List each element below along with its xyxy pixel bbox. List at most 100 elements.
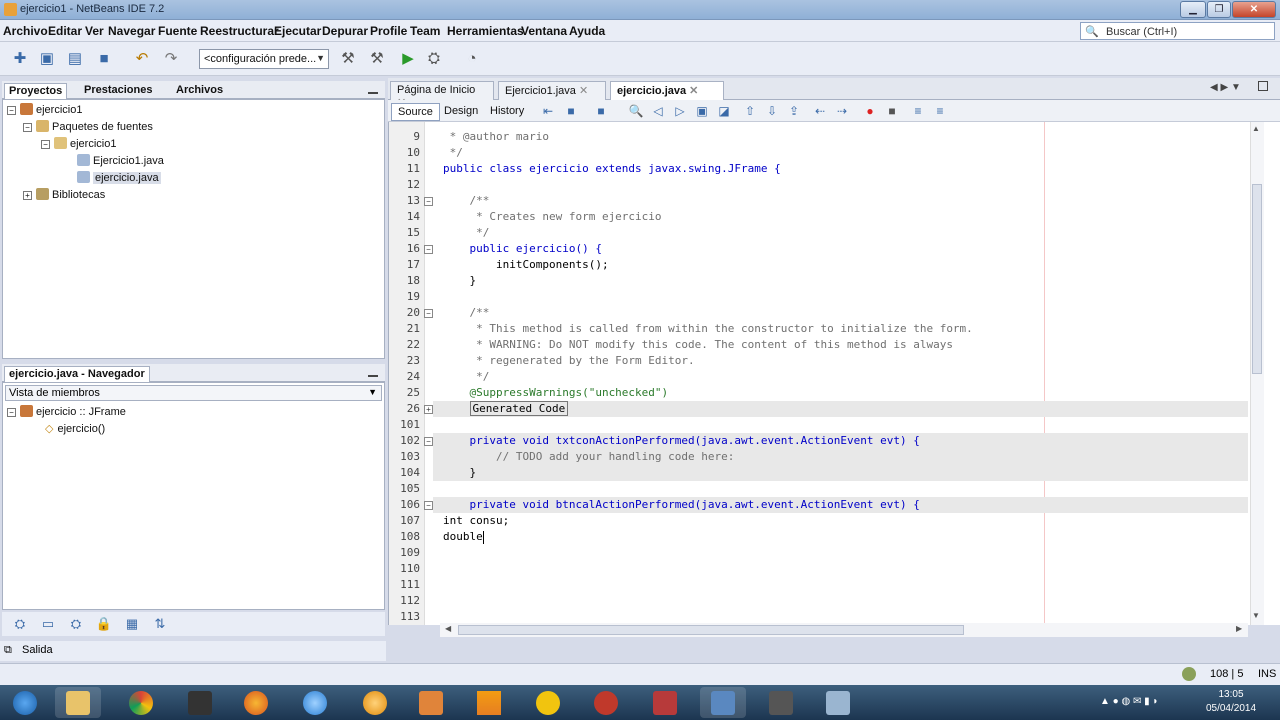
configuration-select[interactable]: <configuración prede... ▼: [199, 49, 329, 69]
code-line[interactable]: */: [443, 226, 489, 239]
minimize-panel-icon[interactable]: [368, 84, 378, 94]
find-next-icon[interactable]: ▷: [672, 103, 688, 119]
fold-toggle[interactable]: −: [424, 245, 433, 254]
explorer-icon[interactable]: [55, 687, 101, 718]
redo-icon[interactable]: ↷: [161, 49, 181, 69]
chrome-icon[interactable]: [118, 687, 164, 718]
netbeans-task-icon[interactable]: [700, 687, 746, 718]
fold-toggle[interactable]: +: [424, 405, 433, 414]
menu-ejecutar[interactable]: Ejecutar: [274, 24, 321, 38]
scroll-thumb[interactable]: [1252, 184, 1262, 374]
umplayer-icon[interactable]: [177, 687, 223, 718]
next-bookmark-icon[interactable]: ⇩: [764, 103, 780, 119]
previous-bookmark-icon[interactable]: ⇧: [742, 103, 758, 119]
code-line[interactable]: // TODO add your handling code here:: [443, 450, 734, 463]
code-line[interactable]: * This method is called from within the …: [443, 322, 973, 335]
app-camera-icon[interactable]: [758, 687, 804, 718]
player-icon[interactable]: [408, 687, 454, 718]
code-line[interactable]: /**: [443, 306, 489, 319]
output-tab[interactable]: ⧉ Salida: [0, 641, 386, 661]
scroll-thumb[interactable]: [458, 625, 964, 635]
stop-macro-icon[interactable]: ■: [884, 103, 900, 119]
code-line[interactable]: Generated Code: [443, 401, 569, 416]
open-project-icon[interactable]: ▤: [65, 49, 85, 69]
code-line[interactable]: int consu;: [443, 514, 509, 527]
menu-editar[interactable]: Editar: [48, 24, 82, 38]
debug-icon[interactable]: ⛭: [424, 49, 444, 69]
tab-history[interactable]: History: [484, 103, 530, 119]
fold-toggle[interactable]: −: [424, 501, 433, 510]
code-line[interactable]: /**: [443, 194, 489, 207]
tab-navigator[interactable]: ejercicio.java - Navegador: [4, 366, 150, 382]
app-red-icon[interactable]: [583, 687, 629, 718]
code-line[interactable]: */: [443, 146, 463, 159]
menu-fuente[interactable]: Fuente: [158, 24, 197, 38]
shift-right-icon[interactable]: ⇢: [834, 103, 850, 119]
shift-left-icon[interactable]: ⇠: [812, 103, 828, 119]
run-icon[interactable]: ▶: [398, 49, 418, 69]
tree-item-source-packages[interactable]: − Paquetes de fuentes: [23, 120, 153, 133]
toggle-rect-select-icon[interactable]: ◪: [716, 103, 732, 119]
scroll-tabs-icon[interactable]: ◀ ▶ ▼: [1210, 82, 1241, 93]
start-macro-icon[interactable]: ●: [862, 103, 878, 119]
sort-az-icon[interactable]: ⇅: [150, 614, 170, 634]
tab-ejercicio1-java[interactable]: Ejercicio1.java ✕: [498, 81, 606, 100]
menu-depurar[interactable]: Depurar: [322, 24, 368, 38]
clean-build-icon[interactable]: ⚒: [367, 49, 387, 69]
nav-item-constructor[interactable]: ◇ ejercicio(): [45, 422, 105, 435]
search-box[interactable]: 🔍 Buscar (Ctrl+I): [1080, 22, 1275, 40]
menu-ventana[interactable]: Ventana: [521, 24, 567, 38]
code-line[interactable]: initComponents();: [443, 258, 609, 271]
filter-static-icon[interactable]: ▭: [38, 614, 58, 634]
tree-item-ejercicio-java[interactable]: ejercicio.java: [77, 171, 161, 184]
code-line[interactable]: private void btncalActionPerformed(java.…: [443, 498, 919, 511]
filter-fields-icon[interactable]: ⛭: [10, 614, 30, 634]
maximize-button[interactable]: ❐: [1207, 1, 1231, 18]
tab-ejercicio-java[interactable]: ejercicio.java ✕: [610, 81, 724, 101]
code-line[interactable]: * WARNING: Do NOT modify this code. The …: [443, 338, 953, 351]
firefox-icon[interactable]: [233, 687, 279, 718]
profile-icon[interactable]: ◔: [462, 49, 482, 69]
scroll-left-icon[interactable]: ◀: [445, 624, 451, 633]
start-button[interactable]: [2, 687, 48, 718]
fold-toggle[interactable]: −: [424, 197, 433, 206]
tree-item-project[interactable]: − ejercicio1: [7, 103, 82, 116]
tab-source[interactable]: Source: [391, 103, 440, 121]
code-line[interactable]: }: [443, 466, 476, 479]
tray-icons[interactable]: ▲ ● ◍ ✉ ▮ ◗: [1100, 696, 1158, 707]
code-line[interactable]: * Creates new form ejercicio: [443, 210, 661, 223]
code-line[interactable]: * regenerated by the Form Editor.: [443, 354, 695, 367]
menu-reestructurar[interactable]: Reestructurar: [200, 24, 279, 38]
code-line[interactable]: double: [443, 530, 483, 543]
menu-archivo[interactable]: Archivo: [3, 24, 48, 38]
build-icon[interactable]: ⚒: [338, 49, 358, 69]
menu-navegar[interactable]: Navegar: [108, 24, 155, 38]
tab-proyectos[interactable]: Proyectos: [4, 83, 68, 99]
minimize-button[interactable]: ▁: [1180, 1, 1206, 18]
close-button[interactable]: ✕: [1232, 1, 1276, 18]
fold-toggle[interactable]: −: [424, 437, 433, 446]
code-line[interactable]: */: [443, 370, 489, 383]
code-line[interactable]: }: [443, 274, 476, 287]
tab-pagina-de-inicio[interactable]: Página de Inicio ✕: [390, 81, 494, 109]
vlc-icon[interactable]: [466, 687, 512, 718]
uncomment-icon[interactable]: ≡: [932, 103, 948, 119]
vertical-scrollbar[interactable]: ▲ ▼: [1250, 122, 1264, 625]
minimize-panel-icon[interactable]: [368, 367, 378, 377]
virtualbox-icon[interactable]: [815, 687, 861, 718]
find-icon[interactable]: 🔍: [628, 103, 644, 119]
notification-icon[interactable]: [1182, 667, 1196, 681]
tab-archivos[interactable]: Archivos: [172, 83, 227, 99]
horizontal-scrollbar[interactable]: ◀ ▶: [440, 623, 1248, 637]
scroll-up-icon[interactable]: ▲: [1252, 124, 1260, 133]
toggle-highlight-icon[interactable]: ▣: [694, 103, 710, 119]
new-file-icon[interactable]: ✚: [10, 49, 30, 69]
clock[interactable]: 13:05 05/04/2014: [1198, 688, 1264, 716]
menu-profile[interactable]: Profile: [370, 24, 407, 38]
code-line[interactable]: public class ejercicio extends javax.swi…: [443, 162, 781, 175]
tree-item-ejercicio1-java[interactable]: Ejercicio1.java: [77, 154, 164, 167]
code-line[interactable]: public ejercicio() {: [443, 242, 601, 255]
menu-team[interactable]: Team: [410, 24, 440, 38]
back-icon[interactable]: ■: [563, 103, 579, 119]
menu-herramientas[interactable]: Herramientas: [447, 24, 524, 38]
